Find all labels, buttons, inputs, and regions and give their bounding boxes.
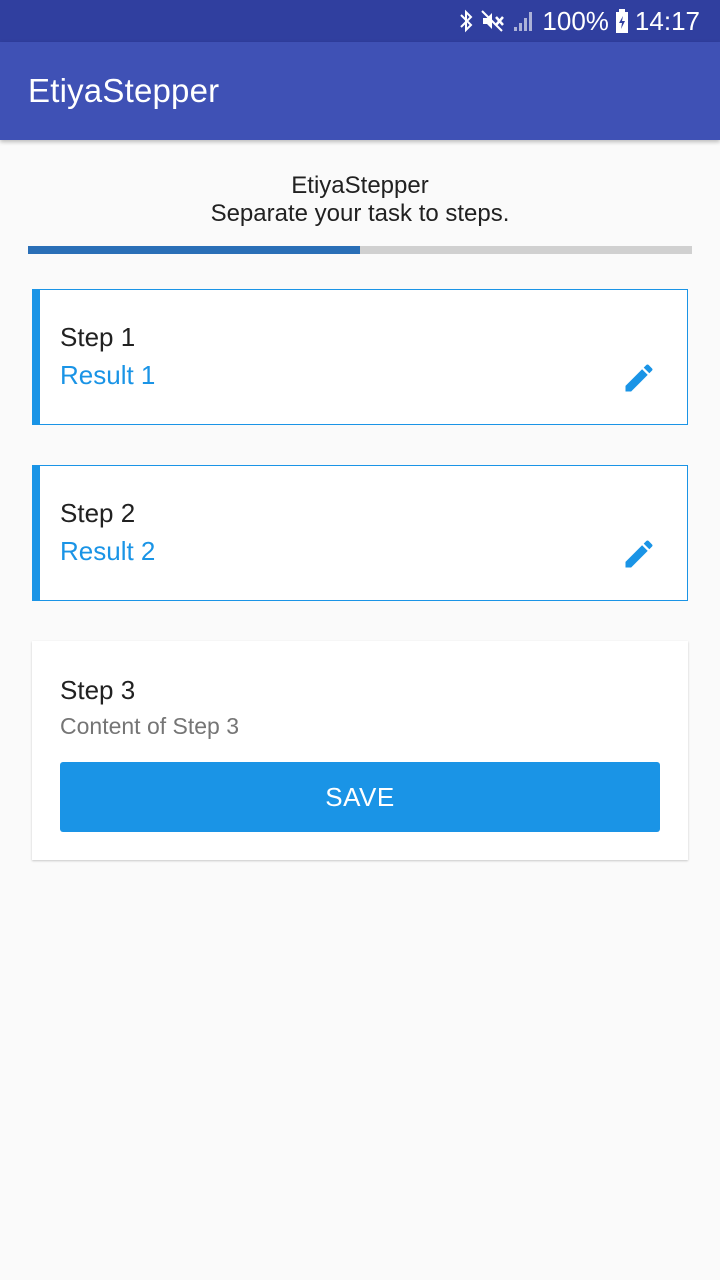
stepper-subtitle: Separate your task to steps.	[210, 200, 510, 227]
stepper-header: EtiyaStepper Separate your task to steps…	[0, 172, 720, 228]
progress-bar	[28, 246, 692, 254]
step-content: Content of Step 3	[60, 713, 240, 739]
mute-icon	[480, 9, 506, 33]
status-bar: 100% 14:17	[0, 0, 720, 42]
edit-step-2-button[interactable]	[619, 534, 659, 574]
step-title: Step 1	[60, 322, 136, 352]
step-result: Result 1	[60, 360, 156, 390]
step-result: Result 2	[60, 536, 156, 566]
battery-percent: 100%	[542, 5, 609, 36]
edit-icon	[625, 364, 653, 392]
clock: 14:17	[634, 5, 700, 36]
edit-icon	[625, 540, 653, 568]
signal-icon	[512, 9, 536, 33]
step-title: Step 2	[60, 498, 136, 528]
app-title: EtiyaStepper	[28, 72, 220, 109]
step-card-3: Step 3 Content of Step 3 SAVE	[32, 641, 688, 860]
stepper-title: EtiyaStepper	[291, 172, 429, 199]
step-card-2[interactable]: Step 2 Result 2	[32, 465, 688, 601]
bluetooth-icon	[458, 9, 474, 33]
save-button[interactable]: SAVE	[60, 762, 660, 832]
edit-step-1-button[interactable]	[619, 358, 659, 398]
progress-fill	[28, 246, 360, 254]
app-bar: EtiyaStepper	[0, 42, 720, 140]
step-card-1[interactable]: Step 1 Result 1	[32, 289, 688, 425]
step-title: Step 3	[60, 675, 136, 705]
battery-charging-icon	[615, 8, 629, 34]
